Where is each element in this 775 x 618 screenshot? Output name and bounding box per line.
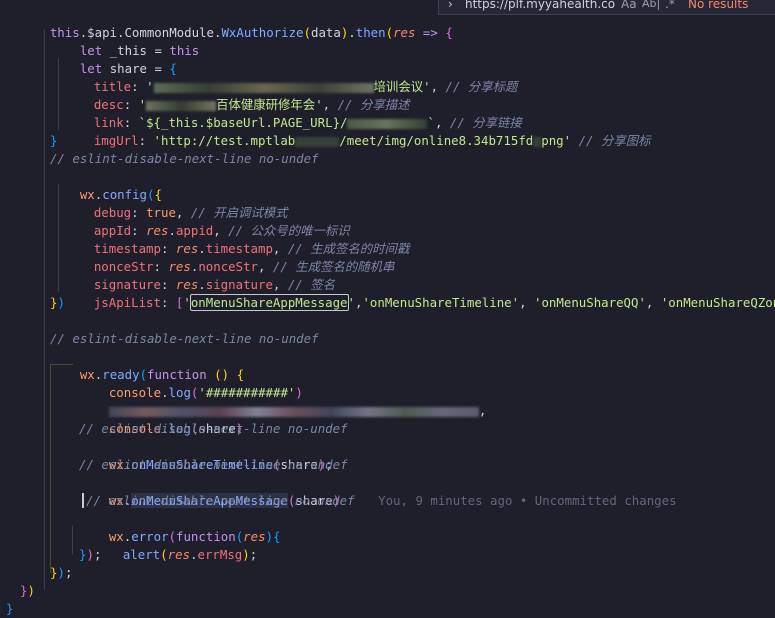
- token-comment: // eslint-disable-next-line no-undef: [79, 457, 348, 472]
- token-fn: alert: [122, 547, 161, 562]
- code-editor[interactable]: this.$api.CommonModule.WxAuthorize(data)…: [0, 0, 775, 616]
- code-line-close-error[interactable]: });: [79, 546, 101, 564]
- text-cursor: [82, 493, 84, 508]
- code-line-debug[interactable]: debug: true, // 开启调试模式: [64, 186, 288, 220]
- token-res: res: [393, 25, 416, 40]
- code-line-config[interactable]: wx.config({: [50, 168, 162, 202]
- code-line-link[interactable]: link: `${_this.$baseUrl.PAGE_URL}/`, // …: [64, 96, 522, 130]
- chevron-right-icon[interactable]: ›: [448, 0, 453, 11]
- code-line-1[interactable]: this.$api.CommonModule.WxAuthorize(data)…: [20, 6, 453, 40]
- token-comment: // 分享图标: [578, 133, 651, 148]
- token-string: 'onMenuShareTimeline': [362, 295, 520, 310]
- token-comment: // eslint-disable-next-line no-undef: [79, 421, 348, 436]
- git-blame-annotation: You, 9 minutes ago • Uncommitted changes: [378, 493, 677, 508]
- token-comment: // eslint-disable-next-line no-undef: [50, 151, 319, 166]
- token-data: data: [310, 25, 341, 40]
- code-line-alert[interactable]: alert(res.errMsg);: [93, 528, 257, 562]
- redacted-text: [295, 136, 340, 147]
- find-input[interactable]: https://plf.myyahealth.co: [465, 0, 615, 11]
- regex-toggle[interactable]: .*: [665, 0, 675, 11]
- token-string: 'http://test.mptlab: [153, 133, 296, 148]
- token-then: then: [355, 25, 386, 40]
- code-line-lint-5[interactable]: // eslint-disable-next-line no-undef: [86, 492, 355, 510]
- token-key: imgUrl: [93, 133, 139, 148]
- code-line-close-share[interactable]: }: [50, 132, 57, 150]
- code-line-timestamp[interactable]: timestamp: res.timestamp, // 生成签名的时间戳: [64, 222, 410, 256]
- token-string: 'onMenuShareQZone': [660, 295, 775, 310]
- code-line-noncestr[interactable]: nonceStr: res.nonceStr, // 生成签名的随机串: [64, 240, 395, 274]
- token-method: WxAuthorize: [221, 25, 304, 40]
- code-line-3[interactable]: let share = {: [50, 42, 177, 76]
- token-string: /meet/img/online8.34b715fd: [339, 133, 534, 148]
- code-line-lint-2[interactable]: // eslint-disable-next-line no-undef: [50, 330, 319, 348]
- find-result-status: No results: [688, 0, 749, 11]
- code-line-lint-4[interactable]: // eslint-disable-next-line no-undef: [79, 456, 348, 474]
- indent-guide: [44, 30, 45, 590]
- word-highlight: onMenuShareAppMessage: [189, 294, 349, 311]
- code-line-lint-3[interactable]: // eslint-disable-next-line no-undef: [79, 420, 348, 438]
- code-line-timeline[interactable]: wx.onMenuShareTimeline(share);: [79, 438, 333, 472]
- token-comment: // eslint-disable-next-line no-undef: [50, 331, 319, 346]
- code-line-close-config[interactable]: }): [50, 294, 65, 312]
- code-line-close-then[interactable]: }): [20, 582, 35, 600]
- code-line-jsapilist[interactable]: jsApiList: ['onMenuShareAppMessage','onM…: [64, 276, 775, 311]
- code-line-title[interactable]: title: ' 培训会议', // 分享标题: [64, 60, 518, 94]
- code-line-desc[interactable]: desc: ' 百体健康研修年会', // 分享描述: [64, 78, 410, 112]
- code-line-signature[interactable]: signature: res.signature, // 签名: [64, 258, 335, 292]
- token-key: jsApiList: [93, 295, 161, 310]
- token-string: png': [541, 133, 572, 148]
- find-widget[interactable]: › https://plf.myyahealth.co Aa Ab| .* No…: [438, 0, 775, 15]
- code-line-close-ready[interactable]: });: [50, 564, 72, 582]
- whole-word-toggle[interactable]: Ab|: [642, 0, 660, 10]
- code-line-ready[interactable]: wx.ready(function () {: [50, 348, 244, 382]
- code-line-2[interactable]: let _this = this: [50, 24, 199, 58]
- code-line-appmessage[interactable]: wx.onMenuShareAppMessage(share) You, 9 mi…: [79, 474, 677, 508]
- code-line-redacted[interactable]: ,: [79, 384, 486, 418]
- token-string: 'onMenuShareQQ': [534, 295, 646, 310]
- code-line-close-block[interactable]: }: [6, 600, 13, 618]
- code-line-log-1[interactable]: console.log('###########'): [79, 366, 303, 400]
- code-line-imgurl[interactable]: imgUrl: 'http://test.mptlab/meet/img/onl…: [64, 114, 651, 148]
- token-prop: errMsg: [197, 547, 243, 562]
- redacted-text: [533, 136, 542, 147]
- token-comment: // 分享标题: [445, 79, 518, 94]
- token-comment: // eslint-disable-next-line no-undef: [86, 493, 355, 508]
- code-line-log-2[interactable]: console.log(share): [79, 402, 243, 436]
- code-line-lint-1[interactable]: // eslint-disable-next-line no-undef: [50, 150, 319, 168]
- code-line-appid[interactable]: appId: res.appid, // 公众号的唯一标识: [64, 204, 350, 238]
- match-case-toggle[interactable]: Aa: [621, 0, 637, 11]
- code-line-error[interactable]: wx.error(function(res){: [79, 510, 281, 544]
